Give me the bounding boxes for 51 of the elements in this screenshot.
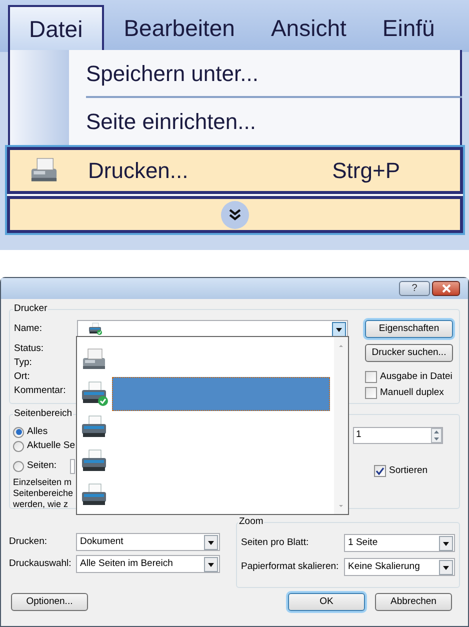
radio-button[interactable]: [13, 460, 24, 472]
menu-bar-item[interactable]: Ansicht: [252, 5, 364, 52]
checkbox-label: Sortieren: [389, 464, 428, 478]
field-label: Typ:: [14, 356, 33, 370]
radio-label: Seiten:: [27, 458, 57, 473]
menu-bar-item[interactable]: Einfü: [364, 5, 453, 52]
radio-button[interactable]: [13, 440, 24, 452]
menu-bar-item[interactable]: Datei: [8, 5, 104, 52]
field-label: Name:: [14, 322, 43, 336]
checkbox-label: Ausgabe in Datei: [380, 370, 452, 384]
field-label: Ort:: [14, 370, 31, 384]
dropdown[interactable]: Dokument: [76, 533, 220, 551]
close-button[interactable]: [432, 281, 460, 296]
menu-item[interactable]: Speichern unter...: [8, 50, 462, 96]
field-label: Status:: [14, 342, 45, 356]
printer-button[interactable]: Drucker suchen...: [365, 344, 453, 362]
check-icon: [375, 466, 385, 476]
dropdown[interactable]: Alle Seiten im Bereich: [76, 555, 220, 573]
hint-text: werden, wie z: [13, 498, 70, 510]
checkbox[interactable]: [365, 387, 377, 400]
dropdown[interactable]: 1 Seite: [344, 534, 455, 552]
radio-label: Alles: [27, 425, 48, 439]
field-label: Seiten pro Blatt:: [241, 536, 310, 550]
copies-input-field[interactable]: 1: [353, 427, 443, 444]
radio-label: Aktuelle Se: [27, 439, 76, 454]
radio-button[interactable]: [13, 426, 24, 438]
shortcut-label: Strg+P: [332, 157, 400, 185]
checkbox[interactable]: [365, 371, 377, 384]
spinner-icon: [431, 428, 442, 443]
dialog-button[interactable]: Optionen...: [11, 593, 88, 611]
pages-input-field[interactable]: [70, 458, 75, 474]
field-label: Druckauswahl:: [9, 556, 72, 571]
dropdown[interactable]: Keine Skalierung: [344, 558, 455, 576]
field-label: Papierformat skalieren:: [241, 560, 340, 574]
close-icon: [440, 283, 452, 294]
menu-item[interactable]: Seite einrichten...: [8, 98, 462, 144]
hint-text: Einzelseiten m: [13, 476, 73, 488]
default-printer-icon: [80, 380, 108, 408]
hint-text: Seitenbereiche: [13, 488, 74, 498]
checkbox-label: Manuell duplex: [380, 386, 444, 400]
dialog-button[interactable]: Abbrechen: [375, 593, 452, 611]
checkbox[interactable]: [374, 465, 386, 478]
menu-bar-item[interactable]: Bearbeiten: [106, 5, 253, 52]
printer-button[interactable]: Eigenschaften: [365, 320, 453, 338]
dialog-button[interactable]: OK: [288, 593, 365, 611]
field-label: Drucken:: [9, 534, 48, 549]
expand-menu-button[interactable]: [7, 196, 463, 233]
field-label: Kommentar:: [14, 384, 67, 398]
chevron-down-icon: [220, 200, 250, 230]
help-button[interactable]: ?: [399, 281, 430, 296]
menu-item[interactable]: Drucken... Strg+P: [7, 147, 463, 194]
